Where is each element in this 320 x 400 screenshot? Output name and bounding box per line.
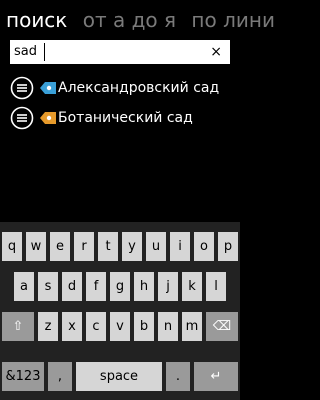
key-v[interactable]: v bbox=[110, 312, 130, 341]
tab-search[interactable]: поиск bbox=[6, 8, 67, 32]
space-key[interactable]: space bbox=[76, 362, 162, 391]
key-c[interactable]: c bbox=[86, 312, 106, 341]
key-r[interactable]: r bbox=[74, 232, 94, 261]
search-value: sad bbox=[14, 44, 37, 59]
key-n[interactable]: n bbox=[158, 312, 178, 341]
result-label: Ботанический сад bbox=[58, 110, 193, 126]
numbers-key[interactable]: &123 bbox=[2, 362, 44, 391]
key-k[interactable]: k bbox=[182, 272, 202, 301]
enter-key[interactable]: ↵ bbox=[194, 362, 238, 391]
key-x[interactable]: x bbox=[62, 312, 82, 341]
list-item[interactable]: Ботанический сад bbox=[10, 106, 235, 130]
key-p[interactable]: p bbox=[218, 232, 238, 261]
key-t[interactable]: t bbox=[98, 232, 118, 261]
comma-key[interactable]: , bbox=[48, 362, 72, 391]
result-label: Александровский сад bbox=[58, 80, 220, 96]
period-key[interactable]: . bbox=[166, 362, 190, 391]
key-q[interactable]: q bbox=[2, 232, 22, 261]
shift-key[interactable]: ⇧ bbox=[2, 312, 34, 341]
key-u[interactable]: u bbox=[146, 232, 166, 261]
key-i[interactable]: i bbox=[170, 232, 190, 261]
tab-alphabetical[interactable]: от а до я bbox=[83, 8, 176, 32]
metro-line-icon bbox=[40, 112, 56, 124]
clear-icon[interactable]: × bbox=[210, 42, 222, 62]
key-f[interactable]: f bbox=[86, 272, 106, 301]
key-l[interactable]: l bbox=[206, 272, 226, 301]
on-screen-keyboard: q w e r t y u i o p a s d f g h j k l ⇧ … bbox=[0, 222, 240, 400]
search-input[interactable]: sad × bbox=[10, 40, 230, 64]
backspace-key[interactable]: ⌫ bbox=[206, 312, 238, 341]
list-item[interactable]: Александровский сад bbox=[10, 76, 235, 100]
list-icon bbox=[10, 76, 34, 100]
key-g[interactable]: g bbox=[110, 272, 130, 301]
key-b[interactable]: b bbox=[134, 312, 154, 341]
key-y[interactable]: y bbox=[122, 232, 142, 261]
pivot-header: поиск от а до я по лини bbox=[6, 8, 284, 32]
list-icon bbox=[10, 106, 34, 130]
key-h[interactable]: h bbox=[134, 272, 154, 301]
key-s[interactable]: s bbox=[38, 272, 58, 301]
text-caret bbox=[44, 43, 45, 61]
key-m[interactable]: m bbox=[182, 312, 202, 341]
key-j[interactable]: j bbox=[158, 272, 178, 301]
key-z[interactable]: z bbox=[38, 312, 58, 341]
key-o[interactable]: o bbox=[194, 232, 214, 261]
tab-by-line[interactable]: по лини bbox=[191, 8, 275, 32]
key-e[interactable]: e bbox=[50, 232, 70, 261]
key-a[interactable]: a bbox=[14, 272, 34, 301]
key-d[interactable]: d bbox=[62, 272, 82, 301]
key-w[interactable]: w bbox=[26, 232, 46, 261]
metro-line-icon bbox=[40, 82, 56, 94]
